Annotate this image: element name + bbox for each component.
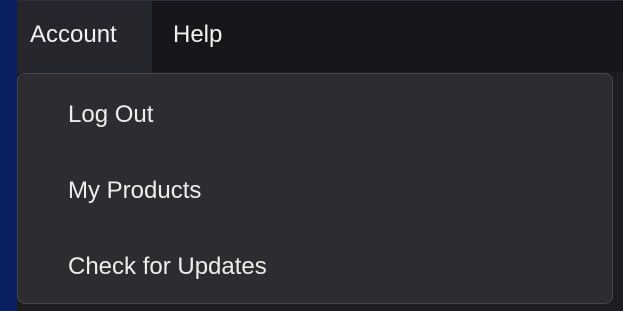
menu-item-my-products[interactable]: My Products [68,177,201,205]
menu-account[interactable]: Account [17,1,152,73]
menu-help[interactable]: Help [160,1,235,73]
menu-bar: Account Help [17,0,623,73]
menu-item-check-for-updates[interactable]: Check for Updates [68,253,267,281]
menu-item-log-out[interactable]: Log Out [68,101,153,129]
account-dropdown-menu: Log Out My Products Check for Updates [17,73,613,304]
